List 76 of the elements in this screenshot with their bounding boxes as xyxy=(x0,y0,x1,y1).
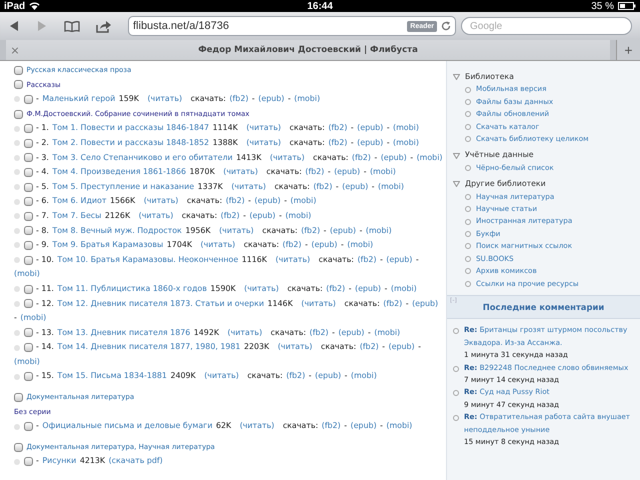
bullet-icon xyxy=(465,124,471,130)
bullet-icon xyxy=(465,231,471,238)
checkbox[interactable] xyxy=(24,457,32,466)
dot-icon xyxy=(14,424,20,430)
checkbox[interactable] xyxy=(24,212,32,221)
dot-icon xyxy=(14,286,20,292)
dot-icon xyxy=(14,228,20,234)
checkbox[interactable] xyxy=(24,94,32,104)
dot-icon xyxy=(14,184,20,190)
checkbox[interactable] xyxy=(24,182,32,192)
checkbox[interactable] xyxy=(14,442,23,452)
dot-icon xyxy=(14,126,20,132)
dot-icon xyxy=(14,242,20,248)
checkbox[interactable] xyxy=(24,343,32,352)
new-tab-button[interactable]: + xyxy=(616,40,640,60)
bullet-icon xyxy=(465,243,471,250)
checkbox[interactable] xyxy=(24,124,32,134)
dot-icon xyxy=(14,300,20,307)
checkbox[interactable] xyxy=(24,168,32,177)
bullet-icon xyxy=(465,86,471,93)
checkbox[interactable] xyxy=(24,299,32,308)
bullet-icon xyxy=(465,194,471,200)
bullet-icon xyxy=(465,256,471,262)
bullet-icon xyxy=(465,99,471,106)
checkbox[interactable] xyxy=(24,240,32,250)
dot-icon xyxy=(14,344,20,351)
bullet-icon xyxy=(453,366,459,372)
browser-tab[interactable]: × Федор Михайлович Достоевский | Флибуста xyxy=(6,40,610,60)
bullet-icon xyxy=(465,218,471,225)
bookmarks-icon[interactable] xyxy=(64,20,80,32)
checkbox[interactable] xyxy=(24,328,32,338)
search-field[interactable]: Google xyxy=(461,17,632,35)
bullet-icon xyxy=(465,280,471,287)
dot-icon xyxy=(14,374,20,380)
checkbox[interactable] xyxy=(24,422,32,432)
dot-icon xyxy=(14,198,20,205)
battery-icon xyxy=(618,2,636,10)
triangle-icon xyxy=(453,181,460,188)
reload-icon[interactable] xyxy=(441,21,451,31)
bullet-icon xyxy=(453,415,459,422)
dot-icon xyxy=(14,458,20,465)
checkbox[interactable] xyxy=(24,138,32,148)
checkbox[interactable] xyxy=(14,110,23,119)
share-icon[interactable] xyxy=(96,20,112,32)
carrier-label: iPad xyxy=(4,0,26,12)
checkbox[interactable] xyxy=(24,197,32,206)
triangle-icon xyxy=(453,152,460,159)
wifi-icon xyxy=(29,2,40,10)
bullet-icon xyxy=(465,111,471,118)
bullet-icon xyxy=(453,328,459,334)
bullet-icon xyxy=(465,136,471,142)
checkbox[interactable] xyxy=(24,372,32,382)
bullet-icon xyxy=(465,268,471,274)
triangle-icon xyxy=(453,74,460,80)
bullet-icon xyxy=(465,165,471,172)
bullet-icon xyxy=(453,390,459,396)
checkbox[interactable] xyxy=(14,392,23,402)
checkbox[interactable] xyxy=(14,66,23,75)
bullet-icon xyxy=(465,206,471,212)
checkbox[interactable] xyxy=(24,153,32,162)
dot-icon xyxy=(14,257,20,264)
checkbox[interactable] xyxy=(24,284,32,294)
checkbox[interactable] xyxy=(24,256,32,265)
close-tab-button[interactable]: × xyxy=(6,44,24,56)
battery-percent: 35 % xyxy=(591,0,614,12)
dot-icon xyxy=(14,169,20,176)
panel-title: Последние комментарии xyxy=(482,300,606,314)
dot-icon xyxy=(14,140,20,146)
clock-time: 16:44 xyxy=(307,0,333,12)
dot-icon xyxy=(14,96,20,102)
dot-icon xyxy=(14,213,20,220)
checkbox[interactable] xyxy=(14,80,23,90)
dot-icon xyxy=(14,154,20,161)
back-icon[interactable] xyxy=(8,20,20,32)
checkbox[interactable] xyxy=(24,226,32,236)
dot-icon xyxy=(14,330,20,336)
